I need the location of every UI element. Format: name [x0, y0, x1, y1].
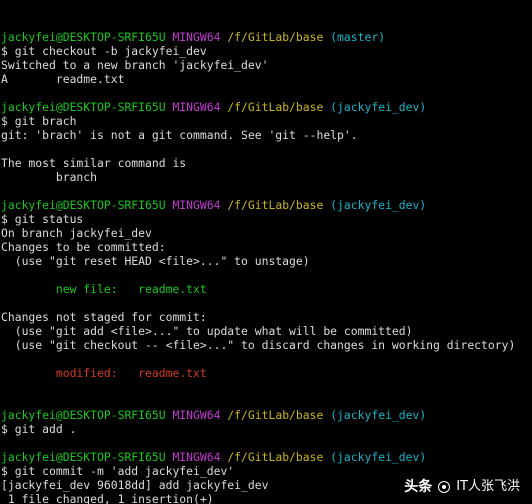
terminal-text: $ git brach	[1, 114, 77, 128]
terminal-text: (jackyfei_dev)	[330, 408, 427, 422]
terminal-line: git: 'brach' is not a git command. See '…	[1, 128, 532, 142]
terminal-text: $ git status	[1, 212, 84, 226]
terminal-line: jackyfei@DESKTOP-SRFI65U MINGW64 /f/GitL…	[1, 100, 532, 114]
terminal-text: /f/GitLab/base	[227, 408, 324, 422]
terminal-text: (use "git add <file>..." to update what …	[1, 324, 413, 338]
terminal-text: Changes not staged for commit:	[1, 310, 207, 324]
terminal-text: modified: readme.txt	[1, 366, 207, 380]
terminal-line: The most similar command is	[1, 156, 532, 170]
terminal-output: jackyfei@DESKTOP-SRFI65U MINGW64 /f/GitL…	[1, 30, 532, 504]
terminal-text: (jackyfei_dev)	[330, 450, 427, 464]
terminal-text: jackyfei@DESKTOP-SRFI65U	[1, 408, 166, 422]
terminal-line: $ git commit -m 'add jackyfei_dev'	[1, 464, 532, 478]
terminal-line: $ git add .	[1, 422, 532, 436]
terminal-text: [jackyfei_dev 96018dd] add jackyfei_dev	[1, 478, 269, 492]
terminal-text: git: 'brach' is not a git command. See '…	[1, 128, 358, 142]
watermark: 头条 IT人张飞洪	[404, 479, 520, 495]
terminal-line: jackyfei@DESKTOP-SRFI65U MINGW64 /f/GitL…	[1, 30, 532, 44]
terminal-text: The most similar command is	[1, 156, 187, 170]
terminal-line: Changes to be committed:	[1, 240, 532, 254]
terminal-text: /f/GitLab/base	[227, 30, 324, 44]
terminal-line: modified: readme.txt	[1, 366, 532, 380]
terminal-text: MINGW64	[172, 30, 221, 44]
terminal-text: $ git commit -m 'add jackyfei_dev'	[1, 464, 235, 478]
terminal-text: new file: readme.txt	[1, 282, 207, 296]
watermark-author: IT人张飞洪	[456, 479, 520, 494]
terminal-text: (jackyfei_dev)	[330, 198, 427, 212]
terminal-text: (use "git checkout -- <file>..." to disc…	[1, 338, 516, 352]
terminal-line: jackyfei@DESKTOP-SRFI65U MINGW64 /f/GitL…	[1, 408, 532, 422]
terminal-line: On branch jackyfei_dev	[1, 226, 532, 240]
terminal-line: new file: readme.txt	[1, 282, 532, 296]
terminal-line: Changes not staged for commit:	[1, 310, 532, 324]
terminal-text: On branch jackyfei_dev	[1, 226, 152, 240]
terminal-text: MINGW64	[172, 450, 221, 464]
terminal-text: (jackyfei_dev)	[330, 100, 427, 114]
terminal-line: jackyfei@DESKTOP-SRFI65U MINGW64 /f/GitL…	[1, 450, 532, 464]
terminal-text: $ git checkout -b jackyfei_dev	[1, 44, 207, 58]
terminal-text: A readme.txt	[1, 72, 125, 86]
terminal-text: 1 file changed, 1 insertion(+)	[1, 492, 214, 504]
terminal-line: $ git checkout -b jackyfei_dev	[1, 44, 532, 58]
terminal-text: jackyfei@DESKTOP-SRFI65U	[1, 30, 166, 44]
terminal-text: jackyfei@DESKTOP-SRFI65U	[1, 100, 166, 114]
terminal-text: MINGW64	[172, 100, 221, 114]
terminal-text: branch	[1, 170, 98, 184]
terminal-text: jackyfei@DESKTOP-SRFI65U	[1, 198, 166, 212]
terminal-text: Switched to a new branch 'jackyfei_dev'	[1, 58, 269, 72]
terminal-text: jackyfei@DESKTOP-SRFI65U	[1, 450, 166, 464]
terminal-line: branch	[1, 170, 532, 184]
terminal-text: /f/GitLab/base	[227, 450, 324, 464]
terminal-line: Switched to a new branch 'jackyfei_dev'	[1, 58, 532, 72]
terminal-window[interactable]: jackyfei@DESKTOP-SRFI65U MINGW64 /f/GitL…	[0, 0, 532, 504]
terminal-line: $ git status	[1, 212, 532, 226]
terminal-text: /f/GitLab/base	[227, 100, 324, 114]
terminal-text: (master)	[330, 30, 386, 44]
terminal-line: jackyfei@DESKTOP-SRFI65U MINGW64 /f/GitL…	[1, 198, 532, 212]
terminal-text: /f/GitLab/base	[227, 198, 324, 212]
at-icon	[438, 481, 451, 493]
terminal-text: MINGW64	[172, 408, 221, 422]
terminal-line: (use "git reset HEAD <file>..." to unsta…	[1, 254, 532, 268]
terminal-line: A readme.txt	[1, 72, 532, 86]
terminal-text: Changes to be committed:	[1, 240, 166, 254]
terminal-line: $ git brach	[1, 114, 532, 128]
terminal-text: $ git add .	[1, 422, 77, 436]
terminal-text: (use "git reset HEAD <file>..." to unsta…	[1, 254, 310, 268]
terminal-text: MINGW64	[172, 198, 221, 212]
watermark-brand: 头条	[404, 479, 433, 495]
terminal-line: (use "git checkout -- <file>..." to disc…	[1, 338, 532, 352]
terminal-line: (use "git add <file>..." to update what …	[1, 324, 532, 338]
